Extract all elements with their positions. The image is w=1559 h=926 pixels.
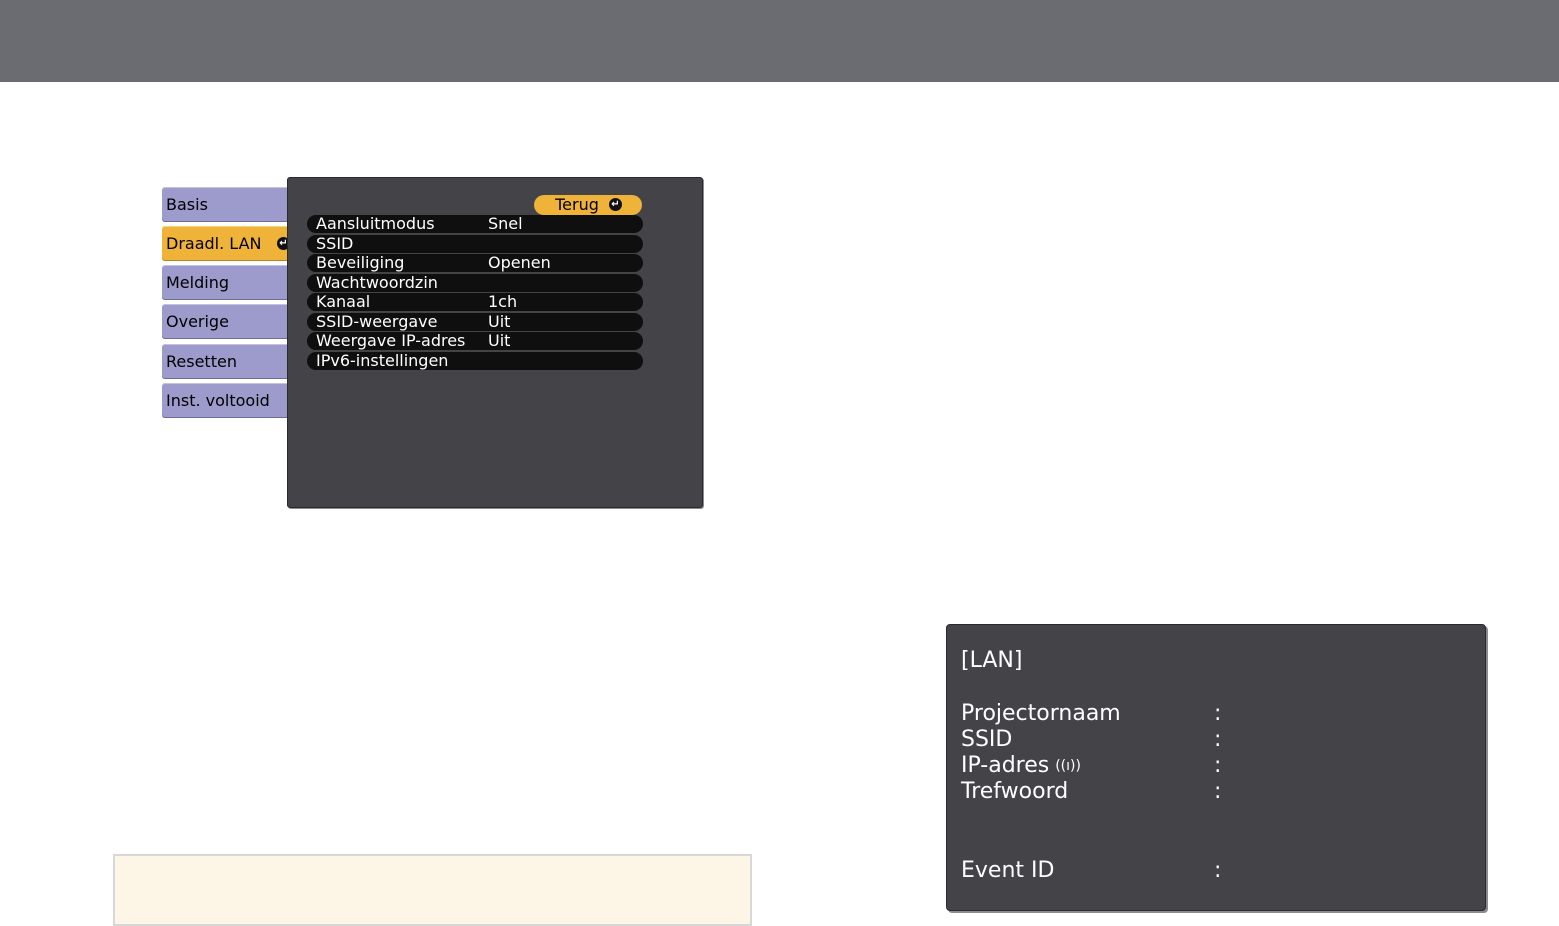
- lan-field-label: Event ID: [961, 858, 1054, 883]
- tab-melding[interactable]: Melding: [162, 265, 290, 300]
- wireless-signal-icon: ((ı)): [1055, 758, 1081, 774]
- setting-label: Wachtwoordzin: [316, 273, 438, 292]
- lan-field-label: IP-adres ((ı)): [961, 753, 1081, 778]
- setting-row-beveiliging[interactable]: Beveiliging Openen: [307, 254, 643, 272]
- enter-icon: ↵: [609, 198, 622, 211]
- setting-value: Uit: [488, 331, 511, 350]
- tab-label: Basis: [166, 195, 208, 214]
- field-separator: :: [1214, 753, 1222, 778]
- field-separator: :: [1214, 858, 1222, 883]
- tab-overige[interactable]: Overige: [162, 304, 290, 339]
- setting-row-ipv6-instellingen[interactable]: IPv6-instellingen: [307, 352, 643, 370]
- tab-label: Overige: [166, 312, 229, 331]
- lan-field-label: SSID: [961, 727, 1012, 752]
- setting-label: Kanaal: [316, 292, 371, 311]
- tab-basis[interactable]: Basis: [162, 187, 290, 222]
- field-label-trefwoord: Trefwoord: [961, 779, 1069, 804]
- setting-value: Uit: [488, 312, 511, 331]
- tab-label: Inst. voltooid: [166, 391, 270, 410]
- back-button[interactable]: Terug ↵: [534, 195, 642, 215]
- setting-label: IPv6-instellingen: [316, 351, 449, 370]
- tab-label: Draadl. LAN: [166, 234, 262, 253]
- setting-label: SSID: [316, 234, 354, 253]
- setting-row-aansluitmodus[interactable]: Aansluitmodus Snel: [307, 215, 643, 233]
- setting-label: Beveiliging: [316, 253, 405, 272]
- lan-title: [LAN]: [961, 648, 1023, 673]
- header-bar: [0, 0, 1559, 82]
- setting-label: SSID-weergave: [316, 312, 438, 331]
- field-label-ssid: SSID: [961, 727, 1013, 752]
- tab-resetten[interactable]: Resetten: [162, 344, 290, 379]
- setting-value: Snel: [488, 214, 523, 233]
- field-label-ip-adres: IP-adres: [961, 753, 1050, 778]
- setting-value: 1ch: [488, 292, 518, 311]
- field-label-event-id: Event ID: [961, 858, 1055, 883]
- tab-draadl-lan[interactable]: Draadl. LAN ↵: [162, 226, 296, 261]
- setting-row-kanaal[interactable]: Kanaal 1ch: [307, 293, 643, 311]
- tab-label: Melding: [166, 273, 229, 292]
- field-label-projectornaam: Projectornaam: [961, 701, 1121, 726]
- setting-row-wachtwoordzin[interactable]: Wachtwoordzin: [307, 274, 643, 292]
- tab-label: Resetten: [166, 352, 237, 371]
- setting-value: Openen: [488, 253, 551, 272]
- tab-inst-voltooid[interactable]: Inst. voltooid: [162, 383, 290, 418]
- field-separator: :: [1214, 779, 1222, 804]
- field-separator: :: [1214, 701, 1222, 726]
- settings-panel: Terug ↵ Aansluitmodus Snel SSID Beveilig…: [287, 177, 703, 508]
- field-separator: :: [1214, 727, 1222, 752]
- lan-field-label: Trefwoord: [961, 779, 1068, 804]
- back-button-label: Terug: [555, 195, 599, 214]
- note-box: [113, 854, 752, 926]
- setting-row-ssid-weergave[interactable]: SSID-weergave Uit: [307, 313, 643, 331]
- setting-label: Aansluitmodus: [316, 214, 435, 233]
- setting-row-ssid[interactable]: SSID: [307, 235, 643, 253]
- lan-info-screen: [LAN] Projectornaam : SSID : IP-adres ((ı…: [946, 624, 1486, 911]
- setting-label: Weergave IP-adres: [316, 331, 466, 350]
- lan-field-label: Projectornaam: [961, 701, 1121, 726]
- setting-row-weergave-ip-adres[interactable]: Weergave IP-adres Uit: [307, 332, 643, 350]
